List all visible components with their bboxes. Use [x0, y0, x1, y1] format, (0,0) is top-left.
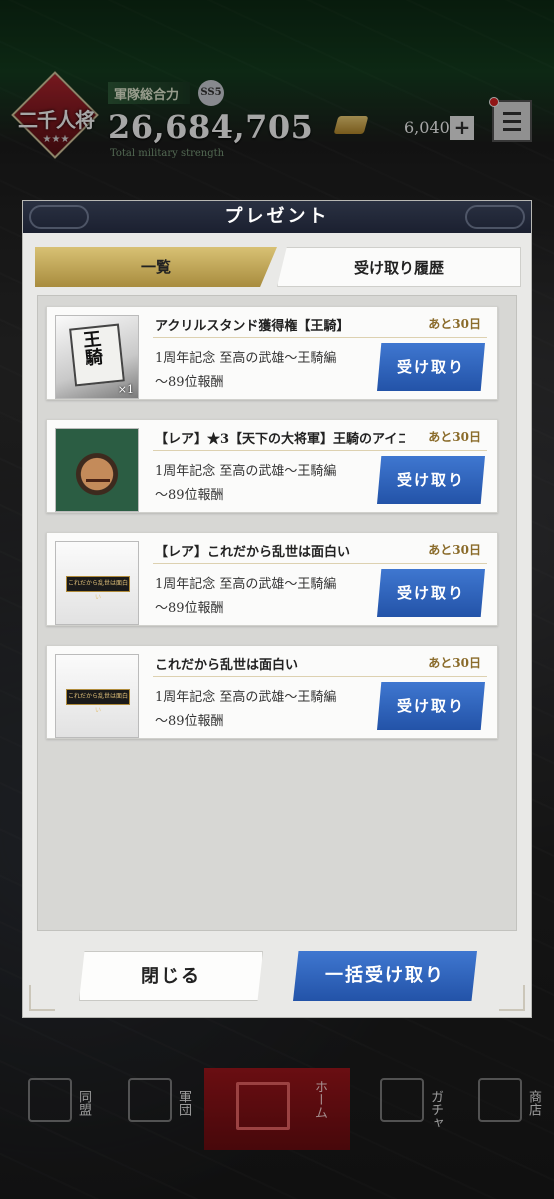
corner-ornament-icon — [499, 985, 525, 1011]
divider — [153, 450, 487, 451]
dialog-title: プレゼント — [224, 206, 330, 227]
item-thumbnail — [55, 428, 139, 512]
item-description: ～89位報酬 — [155, 375, 224, 390]
receive-button[interactable]: 受け取り — [377, 569, 485, 617]
item-description: 1周年記念 至高の武雄～王騎編 — [155, 464, 337, 479]
item-deadline: あと30日 — [428, 543, 481, 557]
item-thumbnail: これだから乱世は面白い — [55, 541, 139, 625]
present-list[interactable]: 王騎 ×1 アクリルスタンド獲得権【王騎】 あと30日 1周年記念 至高の武雄～… — [37, 295, 517, 931]
item-deadline: あと30日 — [428, 430, 481, 444]
item-thumbnail: これだから乱世は面白い — [55, 654, 139, 738]
dialog-tabs: 一覧 受け取り履歴 — [35, 247, 521, 287]
divider — [153, 563, 487, 564]
close-button[interactable]: 閉じる — [79, 951, 263, 1001]
divider — [153, 337, 487, 338]
item-description: 1周年記念 至高の武雄～王騎編 — [155, 351, 337, 366]
present-item: これだから乱世は面白い 【レア】これだから乱世は面白い あと30日 1周年記念 … — [46, 532, 498, 626]
present-item: 【レア】★3【天下の大将軍】王騎のアイコン あと30日 1周年記念 至高の武雄～… — [46, 419, 498, 513]
item-count: ×1 — [117, 383, 134, 396]
item-title: 【レア】これだから乱世は面白い — [155, 545, 351, 560]
present-item: 王騎 ×1 アクリルスタンド獲得権【王騎】 あと30日 1周年記念 至高の武雄～… — [46, 306, 498, 400]
item-description: ～89位報酬 — [155, 714, 224, 729]
corner-ornament-icon — [29, 985, 55, 1011]
receive-all-button[interactable]: 一括受け取り — [293, 951, 477, 1001]
item-deadline: あと30日 — [428, 317, 481, 331]
item-title: 【レア】★3【天下の大将軍】王騎のアイコン — [155, 432, 405, 447]
portrait-icon — [86, 479, 110, 482]
divider — [153, 676, 487, 677]
dialog-header: プレゼント — [23, 201, 531, 233]
item-description: ～89位報酬 — [155, 601, 224, 616]
tab-history[interactable]: 受け取り履歴 — [277, 247, 521, 287]
scroll-glyph: 王騎 — [79, 328, 104, 367]
tab-list[interactable]: 一覧 — [35, 247, 277, 287]
cloud-ornament-icon — [29, 205, 89, 229]
item-title: アクリルスタンド獲得権【王騎】 — [155, 319, 350, 334]
item-title: これだから乱世は面白い — [155, 658, 299, 673]
item-thumbnail: 王騎 ×1 — [55, 315, 139, 399]
item-description: 1周年記念 至高の武雄～王騎編 — [155, 690, 337, 705]
receive-button[interactable]: 受け取り — [377, 682, 485, 730]
cloud-ornament-icon — [465, 205, 525, 229]
item-description: ～89位報酬 — [155, 488, 224, 503]
title-banner-icon: これだから乱世は面白い — [66, 576, 130, 601]
item-deadline: あと30日 — [428, 656, 481, 670]
receive-button[interactable]: 受け取り — [377, 456, 485, 504]
title-banner-icon: これだから乱世は面白い — [66, 689, 130, 714]
present-item: これだから乱世は面白い これだから乱世は面白い あと30日 1周年記念 至高の武… — [46, 645, 498, 739]
item-description: 1周年記念 至高の武雄～王騎編 — [155, 577, 337, 592]
receive-button[interactable]: 受け取り — [377, 343, 485, 391]
present-dialog: プレゼント 一覧 受け取り履歴 王騎 ×1 アクリルスタンド獲得権【王騎】 あと… — [22, 200, 532, 1018]
